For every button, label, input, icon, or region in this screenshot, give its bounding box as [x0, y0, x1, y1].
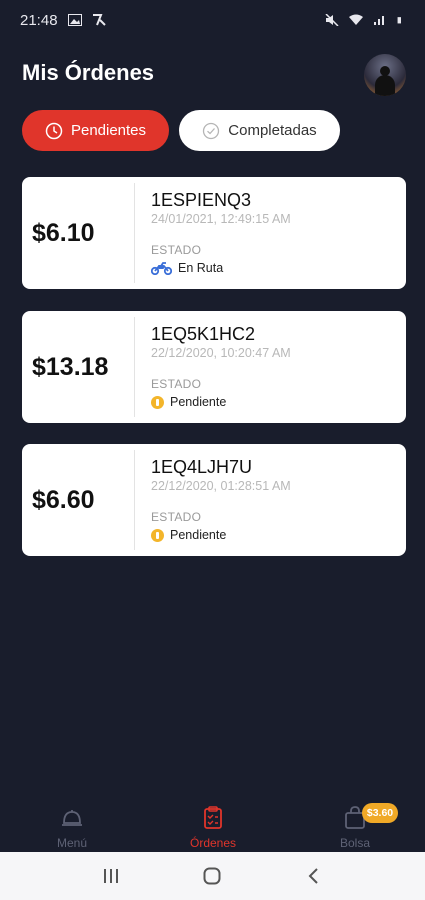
battery-icon	[397, 17, 401, 24]
order-code: 1ESPIENQ3	[151, 190, 252, 210]
order-status-text: Pendiente	[170, 528, 227, 542]
home-button[interactable]	[197, 861, 227, 891]
order-status-text: Pendiente	[170, 395, 227, 409]
order-tabs: Pendientes Completadas	[22, 110, 340, 151]
food-cover-icon	[62, 810, 82, 826]
back-chevron-icon	[308, 868, 318, 884]
order-price: $6.10	[32, 218, 95, 247]
page-title: Mis Órdenes	[22, 60, 155, 85]
order-code: 1EQ4LJH7U	[151, 457, 253, 477]
order-price: $13.18	[32, 352, 109, 381]
app-notification-icon	[92, 14, 106, 26]
estado-label: ESTADO	[151, 510, 202, 524]
card-divider	[134, 450, 135, 550]
order-code: 1EQ5K1HC2	[151, 324, 256, 344]
clipboard-icon	[204, 806, 222, 829]
motorcycle-icon	[151, 261, 172, 275]
status-time: 21:48	[20, 11, 58, 29]
nav-bolsa-label: Bolsa	[339, 836, 371, 850]
order-status: Pendiente	[151, 395, 226, 409]
order-card[interactable]: $6.60 1EQ4LJH7U 22/12/2020, 01:28:51 AM …	[22, 444, 406, 556]
mute-icon	[325, 14, 339, 26]
status-bar: 21:48	[0, 0, 425, 40]
estado-label: ESTADO	[151, 377, 202, 391]
nav-menu-label: Menú	[56, 836, 88, 850]
wifi-icon	[349, 14, 363, 25]
pending-coin-icon	[151, 528, 164, 542]
nav-ordenes-label: Órdenes	[189, 836, 237, 850]
check-circle-icon	[203, 122, 220, 139]
home-icon	[203, 867, 221, 885]
back-button[interactable]	[299, 861, 329, 891]
order-status: Pendiente	[151, 528, 226, 542]
estado-label: ESTADO	[151, 243, 202, 257]
bottom-nav: Menú Órdenes Bolsa	[0, 795, 425, 852]
recent-apps-icon	[103, 869, 118, 883]
pending-coin-icon	[151, 395, 164, 409]
avatar[interactable]	[364, 54, 406, 96]
order-card[interactable]: $6.10 1ESPIENQ3 24/01/2021, 12:49:15 AM …	[22, 177, 406, 289]
order-date: 22/12/2020, 01:28:51 AM	[151, 479, 291, 493]
order-date: 24/01/2021, 12:49:15 AM	[151, 212, 291, 226]
card-divider	[134, 183, 135, 283]
order-status-text: En Ruta	[178, 261, 224, 275]
system-nav-bar	[0, 852, 425, 900]
order-date: 22/12/2020, 10:20:47 AM	[151, 346, 291, 360]
clock-icon	[45, 122, 63, 139]
tab-completadas-label: Completadas	[228, 122, 317, 139]
tab-completadas[interactable]: Completadas	[179, 110, 340, 151]
order-price: $6.60	[32, 485, 95, 514]
order-card[interactable]: $13.18 1EQ5K1HC2 22/12/2020, 10:20:47 AM…	[22, 311, 406, 423]
order-status: En Ruta	[151, 261, 223, 275]
bag-total-badge: $3.60	[362, 803, 398, 823]
gallery-icon	[67, 14, 82, 26]
tab-pendientes-label: Pendientes	[70, 122, 147, 139]
signal-icon	[374, 16, 384, 25]
tab-pendientes[interactable]: Pendientes	[22, 110, 169, 151]
recent-apps-button[interactable]	[96, 861, 126, 891]
card-divider	[134, 317, 135, 417]
